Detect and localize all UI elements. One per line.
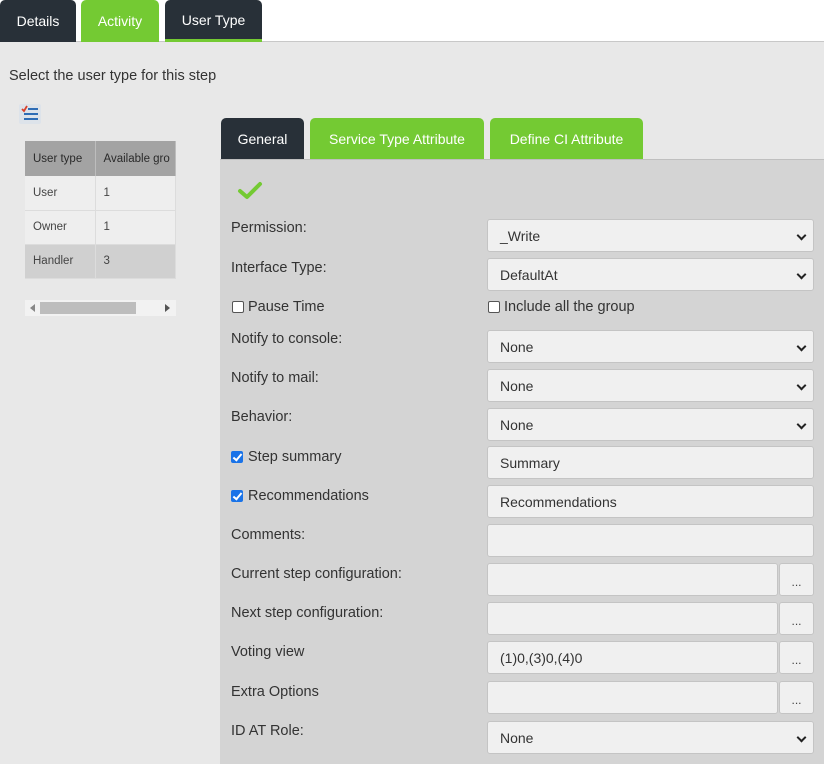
chevron-down-icon [796, 230, 807, 241]
cell-user-type: Handler [25, 244, 96, 279]
permission-select[interactable]: _Write [487, 219, 814, 252]
notify-mail-label: Notify to mail: [231, 370, 319, 386]
column-header-user-type[interactable]: User type [25, 141, 96, 176]
cell-available-groups: 1 [95, 176, 176, 211]
pause-time-checkbox[interactable] [232, 301, 244, 313]
interface-type-select[interactable]: DefaultAt [487, 258, 814, 291]
step-summary-input[interactable]: Summary [487, 446, 814, 479]
scrollbar-thumb[interactable] [40, 302, 136, 314]
notify-mail-select[interactable]: None [487, 369, 814, 402]
step-summary-value: Summary [500, 454, 560, 471]
voting-view-input[interactable]: (1)0,(3)0,(4)0 [487, 641, 778, 674]
notify-console-label: Notify to console: [231, 331, 343, 347]
checkmark-icon[interactable] [237, 180, 263, 202]
user-type-grid: User type Available gro User 1 Owner 1 H… [25, 141, 176, 279]
step-summary-label: Step summary [248, 449, 342, 465]
recommendations-value: Recommendations [500, 493, 617, 510]
notify-console-value: None [500, 338, 534, 355]
instruction-text: Select the user type for this step [9, 68, 217, 84]
notify-console-select[interactable]: None [487, 330, 814, 363]
chevron-down-icon [796, 380, 807, 391]
permission-value: _Write [500, 227, 541, 244]
list-check-icon[interactable] [18, 103, 42, 125]
cell-available-groups: 1 [95, 210, 176, 245]
chevron-down-icon [796, 269, 807, 280]
current-step-config-browse-button[interactable]: ... [779, 563, 814, 596]
tab-define-ci-attribute[interactable]: Define CI Attribute [490, 118, 643, 159]
behavior-select[interactable]: None [487, 408, 814, 441]
scroll-left-arrow-icon[interactable] [30, 304, 35, 312]
next-step-config-label: Next step configuration: [231, 605, 384, 621]
id-at-role-label: ID AT Role: [231, 723, 304, 739]
id-at-role-value: None [500, 729, 534, 746]
comments-label: Comments: [231, 527, 306, 543]
table-row[interactable]: Owner 1 [25, 210, 176, 245]
extra-options-input[interactable] [487, 681, 778, 714]
extra-options-label: Extra Options [231, 684, 319, 700]
scroll-right-arrow-icon[interactable] [165, 304, 170, 312]
tab-service-type-attribute[interactable]: Service Type Attribute [310, 118, 484, 159]
tab-activity[interactable]: Activity [81, 0, 159, 42]
tab-user-type[interactable]: User Type [165, 0, 262, 42]
comments-input[interactable] [487, 524, 814, 557]
grid-horizontal-scrollbar[interactable] [25, 300, 176, 316]
behavior-label: Behavior: [231, 409, 293, 425]
recommendations-input[interactable]: Recommendations [487, 485, 814, 518]
cell-user-type: User [25, 176, 96, 211]
pause-time-label: Pause Time [248, 299, 325, 315]
recommendations-label: Recommendations [248, 488, 369, 504]
recommendations-checkbox[interactable] [231, 490, 243, 502]
id-at-role-select[interactable]: None [487, 721, 814, 754]
chevron-down-icon [796, 341, 807, 352]
chevron-down-icon [796, 732, 807, 743]
next-step-config-input[interactable] [487, 602, 778, 635]
tab-general[interactable]: General [221, 118, 304, 159]
table-row[interactable]: User 1 [25, 176, 176, 211]
include-all-group-checkbox[interactable] [488, 301, 500, 313]
extra-options-browse-button[interactable]: ... [779, 681, 814, 714]
permission-label: Permission: [231, 220, 307, 236]
voting-view-label: Voting view [231, 644, 305, 660]
step-summary-checkbox[interactable] [231, 451, 243, 463]
table-row-selected[interactable]: Handler 3 [25, 244, 176, 279]
include-all-group-label: Include all the group [504, 299, 635, 315]
interface-type-label: Interface Type: [231, 260, 327, 276]
column-header-available-groups[interactable]: Available gro [95, 141, 176, 176]
current-step-config-label: Current step configuration: [231, 566, 402, 582]
next-step-config-browse-button[interactable]: ... [779, 602, 814, 635]
current-step-config-input[interactable] [487, 563, 778, 596]
interface-type-value: DefaultAt [500, 266, 558, 283]
notify-mail-value: None [500, 377, 534, 394]
cell-available-groups: 3 [95, 244, 176, 279]
voting-view-value: (1)0,(3)0,(4)0 [500, 649, 583, 666]
tab-details[interactable]: Details [0, 0, 76, 42]
cell-user-type: Owner [25, 210, 96, 245]
voting-view-browse-button[interactable]: ... [779, 641, 814, 674]
behavior-value: None [500, 416, 534, 433]
chevron-down-icon [796, 419, 807, 430]
panel-top-border [220, 159, 824, 160]
